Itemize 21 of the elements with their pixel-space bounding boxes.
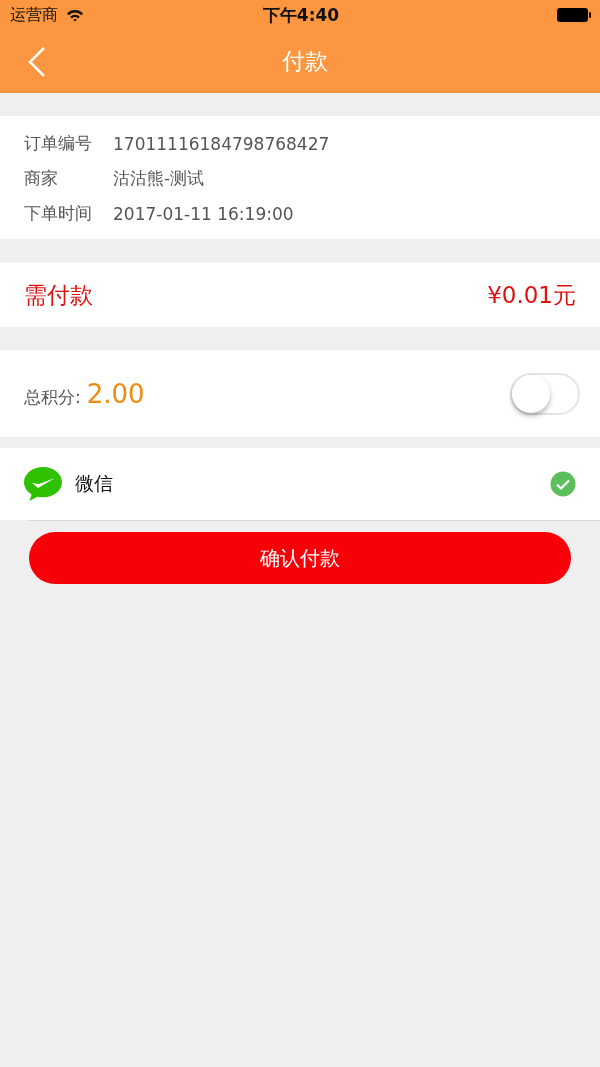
info-value: 沽沽熊-测试 xyxy=(113,167,205,190)
battery-icon xyxy=(556,7,592,23)
payment-option[interactable]: 微信 xyxy=(0,448,600,520)
carrier-name: 运营商 xyxy=(10,4,58,26)
payment-name: 微信 xyxy=(75,471,113,496)
info-label: 下单时间 xyxy=(24,202,93,225)
info-label: 订单编号 xyxy=(24,132,93,155)
info-value: 17011116184798768427 xyxy=(113,133,330,154)
points-label: 总积分: xyxy=(24,385,81,409)
wifi-icon xyxy=(66,8,84,22)
status-time: 下午4:40 xyxy=(262,3,340,27)
amount-due-value: ¥0.01元 xyxy=(487,280,576,310)
chat-bubble-icon xyxy=(23,466,63,502)
points-value: 2.00 xyxy=(86,378,145,409)
info-label: 商家 xyxy=(24,167,59,190)
info-value: 2017-01-11 16:19:00 xyxy=(113,203,294,224)
amount-due-label: 需付款 xyxy=(24,280,93,310)
back-icon[interactable] xyxy=(27,45,47,78)
points-switch[interactable] xyxy=(510,372,580,415)
confirm-payment-button[interactable]: 确认付款 xyxy=(29,532,571,584)
page-title: 付款 xyxy=(281,47,328,76)
